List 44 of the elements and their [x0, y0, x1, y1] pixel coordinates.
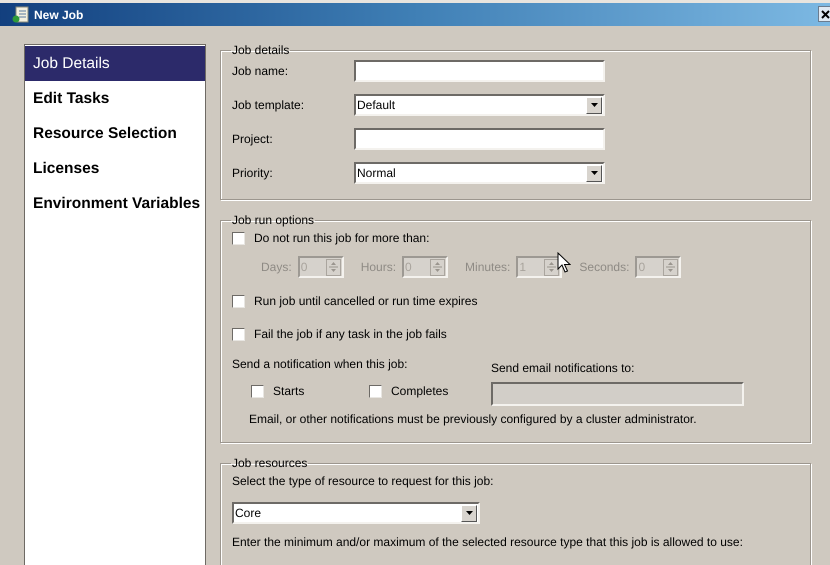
input-field[interactable]	[354, 128, 605, 150]
field-label: Send email notifications to:	[491, 360, 636, 377]
spin-arrows-icon	[326, 258, 341, 276]
checkbox-label: Fail the job if any task in the job fails	[254, 326, 447, 343]
group-title: Job resources	[231, 457, 308, 469]
checkbox-label: Run job until cancelled or run time expires	[254, 293, 478, 310]
field-label: Project:	[232, 131, 274, 148]
sidebar-item[interactable]: Licenses	[25, 151, 205, 186]
checkbox[interactable]	[232, 294, 245, 308]
field-label: Priority:	[232, 165, 274, 182]
field-label: Hours:	[360, 259, 396, 276]
checkbox-label: Starts	[273, 383, 304, 400]
sidebar-item[interactable]: Environment Variables	[25, 186, 205, 221]
field-label: Days:	[261, 259, 292, 276]
checkbox-label: Completes	[391, 383, 448, 400]
document-icon	[12, 6, 29, 23]
checkbox[interactable]	[369, 384, 382, 398]
dropdown[interactable]: Normal	[354, 162, 605, 184]
sidebar-item[interactable]: Edit Tasks	[25, 81, 205, 116]
sidebar-item[interactable]: Resource Selection	[25, 116, 205, 151]
section-label: Send a notification when this job:	[232, 356, 408, 373]
spin-arrows-icon	[663, 258, 678, 276]
group-title: Job details	[231, 44, 290, 56]
close-icon	[821, 10, 830, 18]
dropdown[interactable]: Default	[354, 94, 605, 116]
prompt-text: Select the type of resource to request for this job:	[232, 473, 494, 490]
field-label: Seconds:	[579, 259, 630, 276]
checkbox-label: Do not run this job for more than:	[254, 230, 430, 247]
sidebar-item[interactable]: Job Details	[25, 46, 205, 81]
group-title: Job run options	[231, 214, 316, 226]
checkbox[interactable]	[232, 232, 245, 244]
window-title: New Job	[34, 6, 84, 24]
checkbox[interactable]	[251, 384, 264, 398]
field-label: Job name:	[232, 63, 290, 80]
input-field[interactable]	[354, 60, 605, 82]
checkbox[interactable]	[232, 328, 245, 340]
hint-text: Enter the minimum and/or maximum of the selected resource type that this job is allowed to use:	[232, 534, 744, 551]
spin-arrows-icon	[430, 258, 446, 276]
field-label: Minutes:	[465, 259, 510, 276]
dropdown[interactable]: Core	[232, 502, 480, 524]
cursor-icon	[557, 252, 571, 273]
note-text: Email, or other notifications must be previously configured by a cluster administrator.	[248, 411, 698, 428]
field-label: Job template:	[232, 97, 306, 114]
close-button[interactable]	[818, 6, 830, 22]
